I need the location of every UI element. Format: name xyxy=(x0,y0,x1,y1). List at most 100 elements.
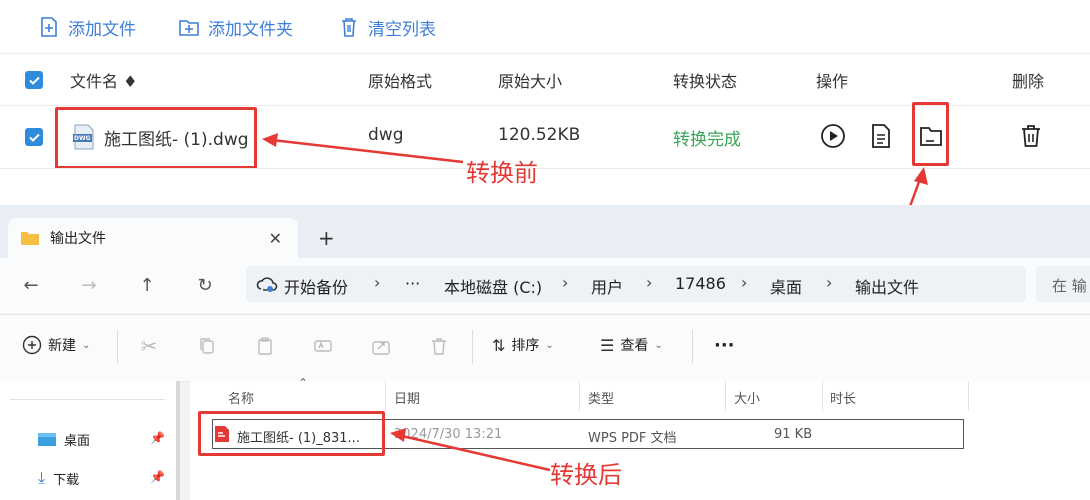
tab-title: 输出文件 xyxy=(50,231,106,247)
desktop-icon xyxy=(38,432,56,446)
breadcrumb-item[interactable]: 17486 xyxy=(675,274,726,293)
folder-icon xyxy=(920,127,942,146)
paste-button[interactable] xyxy=(253,334,277,358)
breadcrumb-item[interactable]: 用户 xyxy=(591,274,623,298)
add-file-icon xyxy=(41,17,57,37)
view-list-icon: ☰ xyxy=(600,335,615,355)
divider xyxy=(472,330,473,364)
file-name: 施工图纸- (1).dwg xyxy=(104,130,249,150)
add-folder-icon xyxy=(179,20,199,36)
divider xyxy=(10,399,165,400)
forward-button[interactable]: → xyxy=(76,272,102,298)
chevron-down-icon: ⌄ xyxy=(82,339,91,351)
row-checkbox[interactable] xyxy=(25,128,43,146)
new-label: 新建 xyxy=(48,338,76,354)
sort-button[interactable]: ⇅ 排序 ⌄ xyxy=(492,335,554,355)
clear-list-button[interactable]: 清空列表 xyxy=(338,12,436,42)
download-icon: ⤓ xyxy=(38,468,46,487)
select-all-checkbox[interactable] xyxy=(25,71,43,89)
delete-button[interactable] xyxy=(427,334,451,358)
rename-icon xyxy=(314,340,332,352)
refresh-icon: ↻ xyxy=(197,274,213,296)
check-icon xyxy=(28,133,40,142)
annotation-after: 转换后 xyxy=(550,461,622,489)
add-folder-label: 添加文件夹 xyxy=(208,19,293,40)
file-size: 91 KB xyxy=(774,427,813,442)
conversion-status: 转换完成 xyxy=(673,130,741,150)
column-separator xyxy=(579,381,580,411)
more-options-button[interactable]: ··· xyxy=(714,335,735,356)
breadcrumb-more[interactable]: ··· xyxy=(405,274,420,293)
column-header-filename[interactable]: 文件名 ♦ xyxy=(70,68,137,92)
column-header-duration[interactable]: 时长 xyxy=(830,388,856,407)
plus-circle-icon xyxy=(22,335,42,355)
column-header-size[interactable]: 大小 xyxy=(734,388,760,407)
column-header-date[interactable]: 日期 xyxy=(394,388,420,407)
breadcrumb-item[interactable]: 输出文件 xyxy=(855,274,919,298)
column-separator xyxy=(968,381,969,411)
refresh-button[interactable]: ↻ xyxy=(192,272,218,298)
back-button[interactable]: ← xyxy=(18,272,44,298)
cut-button[interactable]: ✂ xyxy=(137,334,161,358)
sidebar-item-label: 桌面 xyxy=(64,434,91,449)
trash-icon xyxy=(1022,125,1040,147)
arrow-right-icon: → xyxy=(81,274,97,296)
play-button[interactable] xyxy=(820,123,846,149)
arrow-left-icon: ← xyxy=(23,274,39,296)
column-separator xyxy=(822,381,823,411)
backup-icon xyxy=(256,274,278,296)
dwg-file-icon: DWG xyxy=(72,124,96,150)
preview-button[interactable] xyxy=(868,123,894,149)
column-separator xyxy=(385,381,386,411)
breadcrumb-item[interactable]: 本地磁盘 (C:) xyxy=(444,274,542,298)
sidebar-item-downloads[interactable]: ⤓ 下载 xyxy=(38,468,79,488)
share-icon xyxy=(372,341,390,355)
add-file-label: 添加文件 xyxy=(68,19,136,40)
copy-button[interactable] xyxy=(195,334,219,358)
document-icon xyxy=(872,124,890,148)
search-input[interactable]: 在 输 xyxy=(1036,266,1090,302)
arrow-up-icon: ↑ xyxy=(139,274,155,296)
column-header-type[interactable]: 类型 xyxy=(588,388,614,407)
after-highlight-box xyxy=(198,411,385,456)
scissors-icon: ✂ xyxy=(140,334,158,358)
scrollbar[interactable] xyxy=(176,381,180,500)
view-button[interactable]: ☰ 查看 ⌄ xyxy=(600,335,663,355)
column-header-status: 转换状态 xyxy=(673,72,738,91)
folder-icon xyxy=(21,232,39,245)
clear-list-label: 清空列表 xyxy=(368,19,436,40)
converter-toolbar xyxy=(0,0,1090,54)
new-button[interactable]: 新建 ⌄ xyxy=(22,335,90,355)
tab-output-folder[interactable]: 输出文件 ✕ xyxy=(8,218,298,258)
add-file-button[interactable]: 添加文件 xyxy=(38,12,136,42)
annotation-before: 转换前 xyxy=(466,159,538,187)
chevron-right-icon: › xyxy=(826,273,833,292)
new-tab-button[interactable]: + xyxy=(318,226,335,250)
add-folder-button[interactable]: 添加文件夹 xyxy=(178,12,293,42)
pin-icon: 📌 xyxy=(150,431,165,445)
column-separator xyxy=(725,381,726,411)
close-tab-icon[interactable]: ✕ xyxy=(269,229,282,248)
chevron-right-icon: › xyxy=(374,273,381,292)
file-type-label: DWG xyxy=(74,135,91,142)
divider xyxy=(117,330,118,364)
breadcrumb-item[interactable]: 桌面 xyxy=(770,274,802,298)
share-button[interactable] xyxy=(369,334,393,358)
chevron-right-icon: › xyxy=(562,273,569,292)
delete-button[interactable] xyxy=(1018,123,1044,149)
file-size: 120.52KB xyxy=(498,125,581,145)
chevron-down-icon: ⌄ xyxy=(545,339,554,351)
breadcrumb-home[interactable]: 开始备份 xyxy=(284,274,348,298)
rename-button[interactable] xyxy=(311,334,335,358)
open-folder-button[interactable] xyxy=(918,123,944,149)
search-placeholder: 在 输 xyxy=(1052,277,1087,295)
annotation-arrow xyxy=(390,428,551,472)
sort-indicator-icon: ⌃ xyxy=(298,376,309,390)
sort-label: 排序 xyxy=(511,338,540,354)
up-button[interactable]: ↑ xyxy=(134,272,160,298)
column-header-name[interactable]: 名称 xyxy=(228,388,254,407)
annotation-arrow xyxy=(262,133,464,164)
check-icon xyxy=(28,76,40,85)
sidebar-item-desktop[interactable]: 桌面 xyxy=(38,430,90,449)
column-header-delete: 删除 xyxy=(1012,72,1045,91)
